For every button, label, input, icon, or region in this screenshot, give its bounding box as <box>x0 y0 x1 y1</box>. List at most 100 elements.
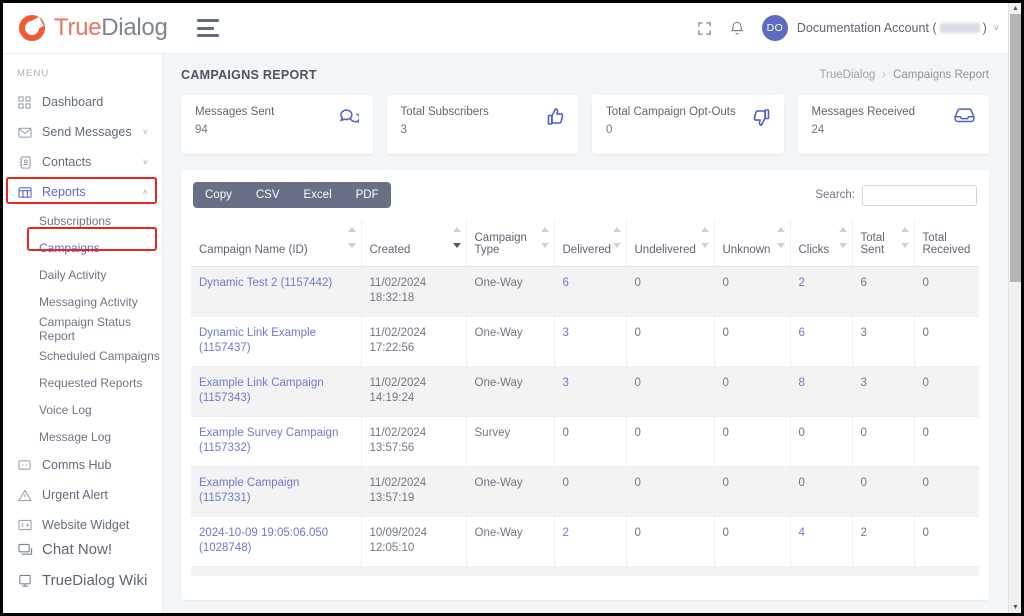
campaign-name-link[interactable]: Dynamic Link Example (1157437) <box>199 327 316 355</box>
sidebar-item-dashboard[interactable]: Dashboard <box>3 87 162 117</box>
sort-icon[interactable] <box>347 227 356 248</box>
cell-created: 11/02/2024 13:57:56 <box>361 416 467 467</box>
sidebar-item-chat-now[interactable]: Chat Now! <box>3 534 162 565</box>
sidebar-subitem-requested-reports[interactable]: Requested Reports <box>3 369 162 396</box>
sidebar-subitem-campaign-status-report[interactable]: Campaign Status Report <box>3 315 162 343</box>
page-header: CAMPAIGNS REPORT TrueDialog › Campaigns … <box>163 54 1011 82</box>
column-label: Total Sent <box>860 231 885 256</box>
campaign-name-link[interactable]: Example Campaign (1157331) <box>199 477 299 505</box>
cell-delivered-link[interactable]: 6 <box>563 277 569 289</box>
sort-icon[interactable] <box>612 227 621 248</box>
cell-clicks-link[interactable]: 8 <box>799 377 805 389</box>
sidebar-subitem-campaigns[interactable]: Campaigns <box>3 234 162 261</box>
column-header-unknown[interactable]: Unknown <box>714 220 791 267</box>
cell-clicks-link[interactable]: 2 <box>799 277 805 289</box>
stat-card-title: Total Campaign Opt-Outs <box>606 106 736 118</box>
created-date: 11/02/2024 <box>369 376 427 389</box>
sort-icon[interactable] <box>540 227 549 248</box>
chevron-down-icon[interactable]: ˅ <box>994 23 999 33</box>
cell-delivered: 3 <box>554 366 627 417</box>
cell-created: 11/02/2024 13:57:19 <box>361 466 467 517</box>
sort-icon[interactable] <box>776 227 785 248</box>
cell-delivered-link[interactable]: 3 <box>563 377 569 389</box>
warning-triangle-icon <box>17 488 32 503</box>
sidebar-item-truedialog-wiki[interactable]: TrueDialog Wiki <box>3 565 162 596</box>
chevron-up-icon[interactable]: ˄ <box>143 187 148 197</box>
cell-clicks-link[interactable]: 4 <box>799 527 805 539</box>
sidebar-item-urgent-alert[interactable]: Urgent Alert <box>3 480 162 510</box>
inbox-icon <box>954 106 975 123</box>
main-content: CAMPAIGNS REPORT TrueDialog › Campaigns … <box>163 54 1011 613</box>
account-menu[interactable]: DO Documentation Account ( ) ˅ <box>761 15 999 41</box>
column-header-campaign-name[interactable]: Campaign Name (ID) <box>191 220 362 267</box>
thumbs-down-icon <box>753 106 770 126</box>
sidebar-subitem-subscriptions[interactable]: Subscriptions <box>3 207 162 234</box>
sidebar-item-reports[interactable]: Reports ˄ <box>3 177 162 207</box>
breadcrumb-root[interactable]: TrueDialog <box>819 69 875 81</box>
hamburger-icon[interactable] <box>196 19 219 37</box>
sort-icon[interactable] <box>900 227 909 248</box>
chevron-down-icon[interactable]: ˅ <box>143 157 148 167</box>
sidebar: MENU Dashboard Send Messages ˅ Contacts … <box>3 54 163 613</box>
cell-created: 10/09/2024 12:05:10 <box>361 516 467 567</box>
column-header-clicks[interactable]: Clicks <box>790 220 853 267</box>
sidebar-item-comms-hub[interactable]: Comms Hub <box>3 450 162 480</box>
sort-icon[interactable] <box>838 227 847 248</box>
cell-delivered-link[interactable]: 2 <box>563 527 569 539</box>
column-header-undelivered[interactable]: Undelivered <box>626 220 715 267</box>
thumbs-up-icon <box>547 106 564 126</box>
search-input[interactable] <box>862 184 977 206</box>
sidebar-subitem-daily-activity[interactable]: Daily Activity <box>3 261 162 288</box>
chevron-down-icon[interactable]: ˅ <box>143 127 148 137</box>
column-header-delivered[interactable]: Delivered <box>554 220 627 267</box>
cell-campaign-name: 2024-10-08 21:40:03.442 (1023654) <box>191 566 362 576</box>
fullscreen-icon[interactable] <box>697 21 712 36</box>
cell-total-sent: 3 <box>852 316 915 367</box>
copy-button[interactable]: Copy <box>193 182 244 208</box>
search-label: Search: <box>815 189 855 201</box>
stat-card-messages-received: Messages Received 24 <box>797 95 989 154</box>
app-logo[interactable]: TrueDialog <box>3 14 168 42</box>
sort-icon-desc[interactable] <box>452 227 461 248</box>
column-header-created[interactable]: Created <box>361 220 467 267</box>
cell-delivered-link[interactable]: 3 <box>563 327 569 339</box>
campaign-name-link[interactable]: 2024-10-09 19:05:06.050 (1028748) <box>199 527 328 555</box>
sidebar-item-contacts[interactable]: Contacts ˅ <box>3 147 162 177</box>
sidebar-item-send-messages[interactable]: Send Messages ˅ <box>3 117 162 147</box>
created-date: 11/02/2024 <box>369 426 427 439</box>
sidebar-item-label: Reports <box>42 185 86 199</box>
scroll-down-arrow-icon[interactable]: ▼ <box>1009 602 1021 613</box>
table-row: 2024-10-09 19:05:06.050 (1028748) 10/09/2… <box>191 516 979 567</box>
column-header-total-sent[interactable]: Total Sent <box>852 220 915 267</box>
sidebar-bottom-links: Chat Now! TrueDialog Wiki <box>3 534 162 596</box>
csv-button[interactable]: CSV <box>244 182 292 208</box>
sidebar-subitem-message-log[interactable]: Message Log <box>3 423 162 450</box>
campaign-name-link[interactable]: Dynamic Test 2 (1157442) <box>199 277 332 289</box>
campaign-name-link[interactable]: Example Link Campaign (1157343) <box>199 377 324 405</box>
sidebar-subitem-messaging-activity[interactable]: Messaging Activity <box>3 288 162 315</box>
pdf-button[interactable]: PDF <box>344 182 391 208</box>
stat-card-value: 0 <box>606 124 613 136</box>
cell-undelivered: 0 <box>626 466 715 517</box>
campaign-name-link[interactable]: Example Survey Campaign (1157332) <box>199 427 338 455</box>
excel-button[interactable]: Excel <box>292 182 344 208</box>
sort-icon[interactable] <box>700 227 709 248</box>
stat-card-total-campaign-opt-outs: Total Campaign Opt-Outs 0 <box>592 95 784 154</box>
page-scrollbar[interactable]: ▲ ▼ <box>1008 3 1021 613</box>
table-toolbar: Copy CSV Excel PDF Search: <box>191 180 979 208</box>
cell-clicks: 6 <box>790 316 853 367</box>
scrollbar-thumb[interactable] <box>1010 14 1021 282</box>
scroll-up-arrow-icon[interactable]: ▲ <box>1009 3 1021 14</box>
sidebar-subitem-voice-log[interactable]: Voice Log <box>3 396 162 423</box>
bell-icon[interactable] <box>730 20 744 36</box>
column-label: Unknown <box>722 243 771 256</box>
sidebar-subitem-scheduled-campaigns[interactable]: Scheduled Campaigns <box>3 342 162 369</box>
column-header-campaign-type[interactable]: Campaign Type <box>466 220 555 267</box>
cell-campaign-name: Example Survey Campaign (1157332) <box>191 416 362 467</box>
book-icon <box>17 185 32 200</box>
column-label: Campaign Name (ID) <box>199 243 308 256</box>
cell-clicks-link[interactable]: 6 <box>799 327 805 339</box>
cell-delivered: 2 <box>554 516 627 567</box>
cell-total-sent: 0 <box>852 466 915 517</box>
column-header-total-received[interactable]: Total Received <box>914 220 979 267</box>
